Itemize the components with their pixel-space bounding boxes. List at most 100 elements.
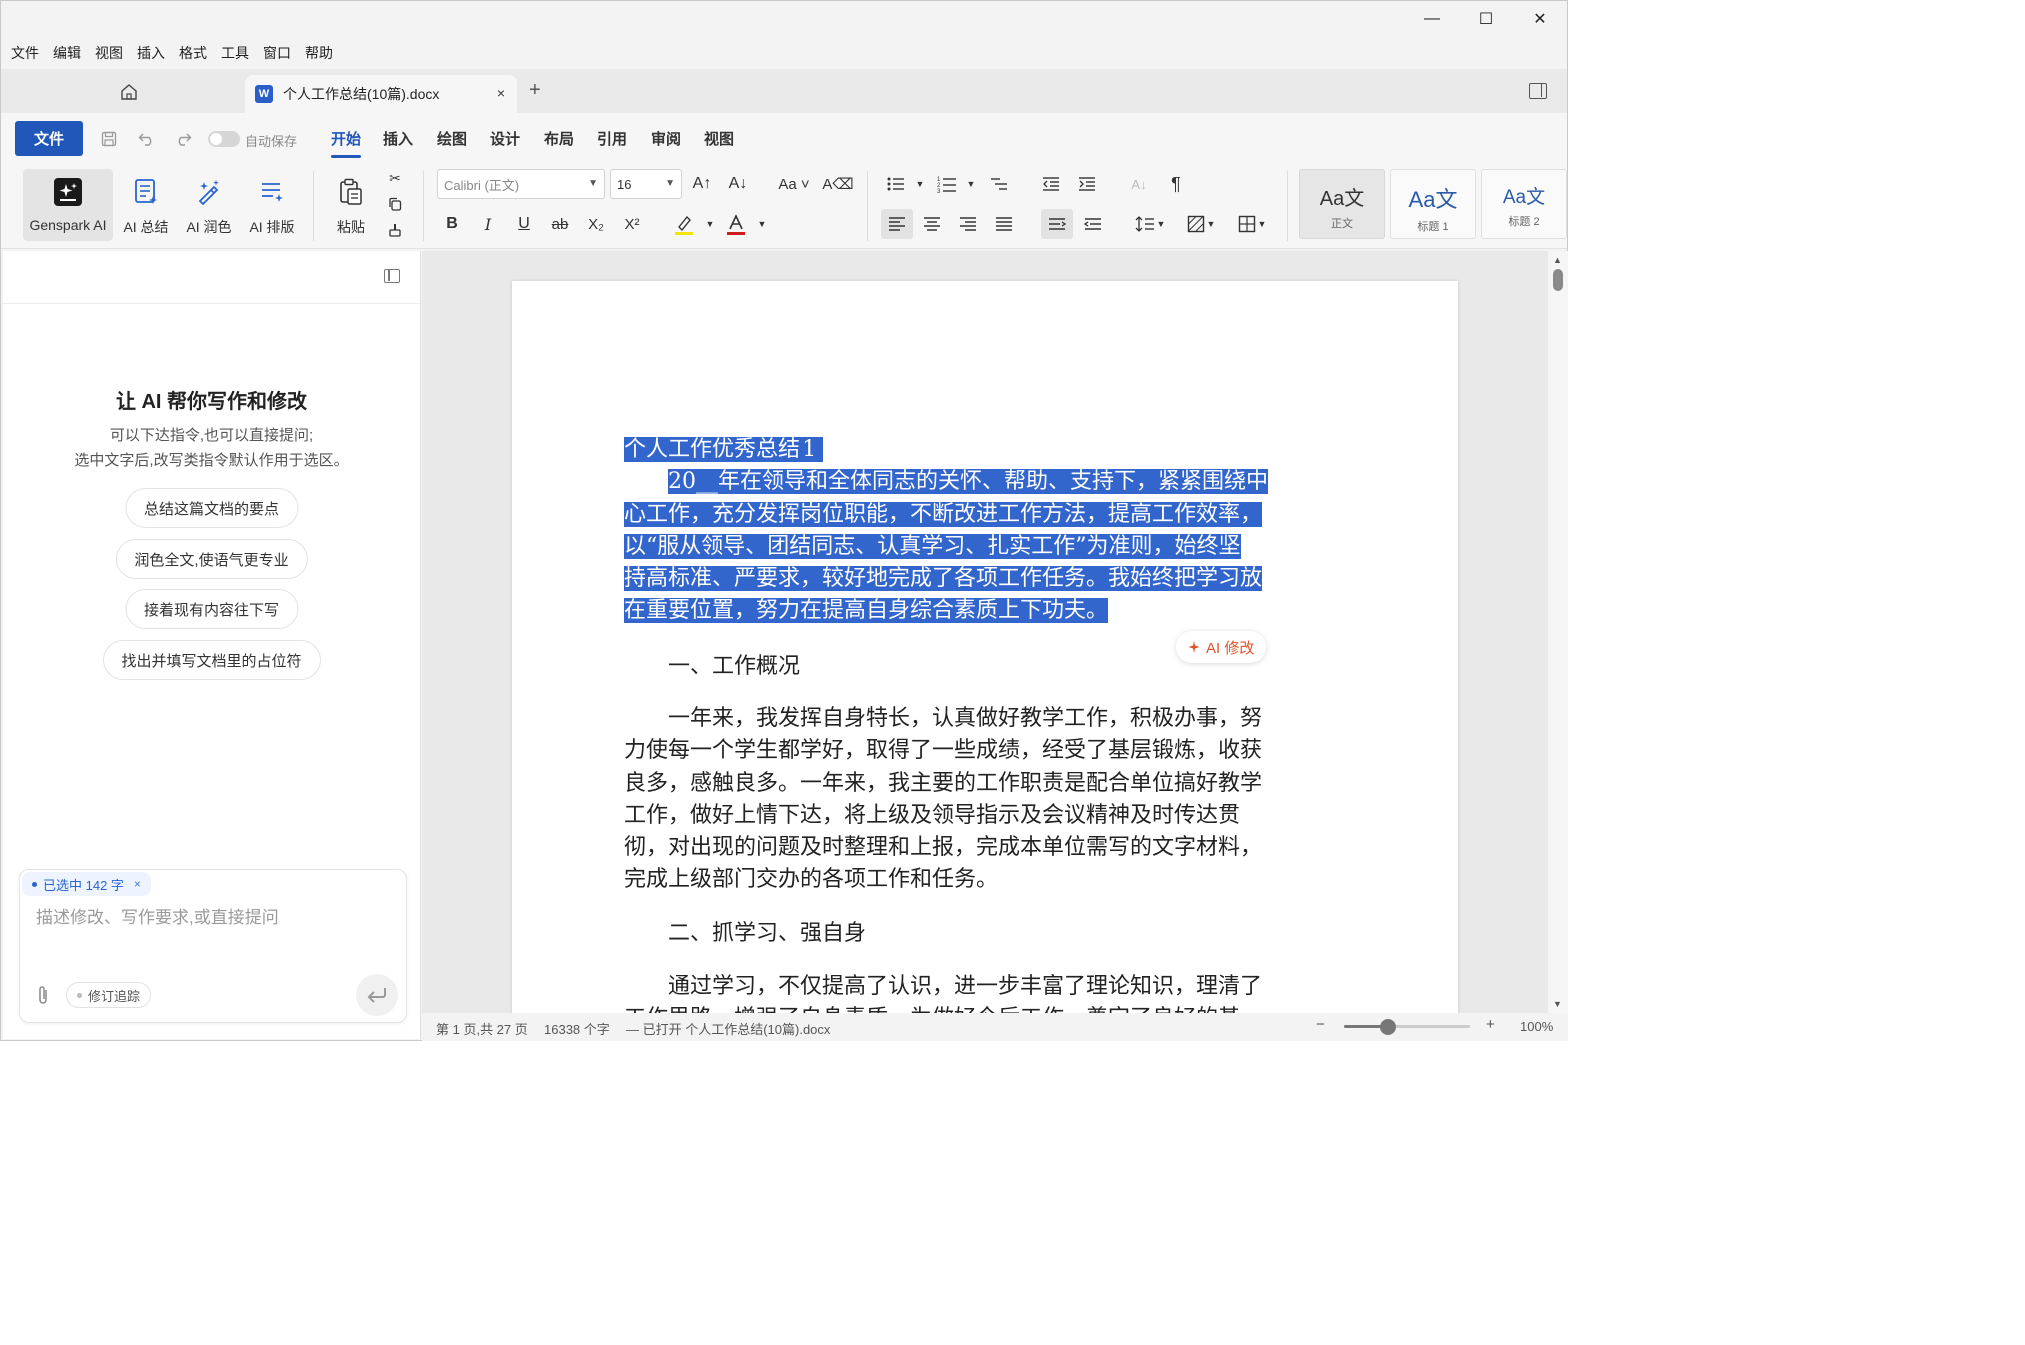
word-doc-icon: W (255, 85, 273, 103)
chevron-down-icon[interactable]: ▼ (909, 173, 931, 195)
file-menu-button[interactable]: 文件 (15, 121, 83, 156)
ai-assistant-panel: 让 AI 帮你写作和修改 可以下达指令,也可以直接提问; 选中文字后,改写类指令… (3, 251, 421, 1039)
home-icon[interactable] (117, 81, 141, 103)
save-icon[interactable] (99, 129, 119, 149)
send-button[interactable] (356, 974, 398, 1016)
autosave-toggle[interactable] (208, 131, 240, 147)
genspark-sparkle-icon (53, 177, 83, 207)
shrink-font-icon[interactable]: A↓ (727, 173, 749, 195)
tab-design[interactable]: 设计 (490, 128, 520, 149)
tab-view[interactable]: 视图 (704, 128, 734, 149)
align-center-icon[interactable] (921, 213, 943, 235)
suggestion-summarize[interactable]: 总结这篇文档的要点 (124, 488, 299, 528)
bold-icon[interactable]: B (441, 213, 463, 235)
new-tab-button[interactable]: + (529, 79, 541, 102)
tab-insert[interactable]: 插入 (383, 128, 413, 149)
style-heading-2[interactable]: Aa文 标题 2 (1481, 169, 1567, 239)
sort-icon[interactable]: A↓ (1128, 173, 1150, 195)
zoom-slider-knob[interactable] (1380, 1019, 1397, 1035)
scrollbar-thumb[interactable] (1553, 269, 1563, 291)
decrease-indent-icon[interactable] (1040, 173, 1062, 195)
style-normal[interactable]: Aa文 正文 (1299, 169, 1385, 239)
maximize-button[interactable]: ☐ (1459, 1, 1513, 37)
ai-prompt-input[interactable] (36, 908, 386, 928)
menu-insert[interactable]: 插入 (137, 43, 165, 63)
font-name-select[interactable]: Calibri (正文) ▼ (437, 169, 605, 199)
clear-format-icon[interactable]: A⌫ (822, 173, 853, 195)
cut-icon[interactable]: ✂ (384, 167, 406, 189)
clear-selection-icon[interactable]: × (134, 877, 141, 891)
suggestion-polish[interactable]: 润色全文,使语气更专业 (115, 539, 308, 579)
selected-text-block[interactable]: 个人工作优秀总结 1 20__年在领导和全体同志的关怀、帮助、支持下，紧紧围绕中… (624, 434, 1354, 628)
close-tab-icon[interactable]: × (497, 85, 505, 101)
menu-file[interactable]: 文件 (11, 43, 39, 63)
change-case-icon[interactable]: Aa ˅ (777, 173, 811, 195)
menu-view[interactable]: 视图 (95, 43, 123, 63)
document-tab[interactable]: W 个人工作总结(10篇).docx × (245, 75, 517, 113)
ai-layout-button[interactable]: AI 排版 (244, 169, 300, 241)
close-window-button[interactable]: ✕ (1513, 1, 1567, 37)
increase-indent-icon[interactable] (1076, 173, 1098, 195)
sidebar-toggle-icon[interactable] (1529, 83, 1547, 99)
grow-font-icon[interactable]: A↑ (691, 173, 713, 195)
style-heading-1[interactable]: Aa文 标题 1 (1390, 169, 1476, 239)
format-painter-icon[interactable] (384, 219, 406, 241)
rtl-direction-icon[interactable] (1082, 213, 1104, 235)
borders-icon[interactable]: ▼ (1234, 213, 1270, 235)
chevron-down-icon[interactable]: ▼ (751, 213, 773, 235)
zoom-slider[interactable] (1344, 1019, 1470, 1035)
shading-icon[interactable]: ▼ (1183, 213, 1219, 235)
minimize-button[interactable]: — (1405, 1, 1459, 37)
document-page[interactable]: 个人工作优秀总结 1 20__年在领导和全体同志的关怀、帮助、支持下，紧紧围绕中… (512, 281, 1458, 1013)
paste-button[interactable]: 粘贴 (327, 169, 375, 241)
ltr-direction-icon[interactable] (1041, 209, 1073, 239)
redo-icon[interactable] (173, 129, 193, 149)
tab-home[interactable]: 开始 (331, 128, 362, 158)
ai-summary-button[interactable]: AI 总结 (119, 169, 173, 241)
justify-icon[interactable] (993, 213, 1015, 235)
tab-review[interactable]: 审阅 (651, 128, 681, 149)
zoom-out-button[interactable]: − (1316, 1016, 1325, 1033)
chevron-down-icon[interactable]: ▼ (699, 213, 721, 235)
italic-icon[interactable]: I (477, 213, 499, 235)
show-formatting-marks-icon[interactable]: ¶ (1165, 173, 1187, 195)
scroll-down-icon[interactable]: ▼ (1553, 999, 1562, 1009)
genspark-ai-button[interactable]: Genspark AI (23, 169, 113, 241)
ai-polish-button[interactable]: AI 润色 (181, 169, 237, 241)
align-left-icon[interactable] (881, 209, 913, 239)
subscript-icon[interactable]: X₂ (585, 213, 607, 235)
superscript-icon[interactable]: X² (621, 213, 643, 235)
menu-help[interactable]: 帮助 (305, 43, 333, 63)
undo-icon[interactable] (137, 129, 157, 149)
multilevel-list-icon[interactable] (988, 173, 1010, 195)
font-color-icon[interactable] (725, 213, 747, 235)
copy-icon[interactable] (384, 193, 406, 215)
toolbar-divider (313, 171, 314, 241)
zoom-in-button[interactable]: + (1486, 1016, 1495, 1033)
font-size-select[interactable]: 16 ▼ (610, 169, 682, 199)
chevron-down-icon[interactable]: ▼ (960, 173, 982, 195)
menu-window[interactable]: 窗口 (263, 43, 291, 63)
vertical-scrollbar[interactable]: ▲ ▼ (1548, 251, 1568, 1013)
menu-edit[interactable]: 编辑 (53, 43, 81, 63)
highlight-icon[interactable] (673, 213, 695, 235)
line-spacing-icon[interactable]: ▼ (1132, 213, 1168, 235)
suggestion-continue[interactable]: 接着现有内容往下写 (124, 589, 299, 629)
collapse-panel-icon[interactable] (384, 269, 400, 283)
scroll-up-icon[interactable]: ▲ (1553, 255, 1562, 265)
attachment-icon[interactable] (36, 984, 54, 1006)
align-right-icon[interactable] (957, 213, 979, 235)
bullet-list-icon[interactable] (885, 173, 907, 195)
underline-icon[interactable]: U (513, 213, 535, 235)
numbered-list-icon[interactable]: 123 (936, 173, 958, 195)
tab-layout[interactable]: 布局 (544, 128, 574, 149)
ai-summary-icon (131, 177, 161, 207)
revision-tracking-toggle[interactable]: 修订追踪 (66, 982, 152, 1008)
strikethrough-icon[interactable]: ab (549, 213, 571, 235)
toolbar-divider (1287, 171, 1288, 241)
menu-format[interactable]: 格式 (179, 43, 207, 63)
suggestion-fill-placeholders[interactable]: 找出并填写文档里的占位符 (102, 640, 321, 680)
tab-draw[interactable]: 绘图 (437, 128, 467, 149)
menu-tools[interactable]: 工具 (221, 43, 249, 63)
tab-references[interactable]: 引用 (597, 128, 627, 149)
